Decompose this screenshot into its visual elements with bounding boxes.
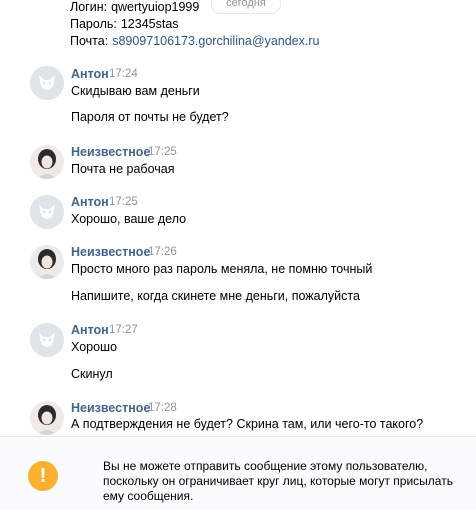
message-text: Напишите, когда скинете мне деньги, пожа…	[71, 289, 360, 303]
message-time[interactable]: 17:28	[148, 402, 177, 414]
message-time[interactable]: 17:24	[109, 68, 138, 80]
vk-dog-avatar-icon	[30, 195, 64, 229]
avatar[interactable]	[30, 195, 64, 229]
message-text: А подтверждения не будет? Скрина там, ил…	[71, 417, 424, 431]
sender-name[interactable]: Антон	[71, 67, 109, 81]
message-text: Скидываю вам деньги	[71, 84, 200, 98]
blocked-notice-bar: ! Вы не можете отправить сообщение этому…	[0, 436, 476, 510]
password-line: Пароль: 12345stas	[70, 17, 179, 31]
message-text: Хорошо, ваше дело	[71, 212, 187, 226]
password-value: 12345stas	[120, 17, 179, 31]
message-time[interactable]: 17:27	[109, 324, 138, 336]
avatar[interactable]	[30, 323, 64, 357]
message-time[interactable]: 17:25	[109, 196, 138, 208]
login-label: Логин:	[70, 0, 108, 14]
message-text: Просто много раз пароль меняла, не помню…	[71, 262, 373, 276]
sender-name[interactable]: Антон	[71, 195, 109, 209]
login-line: Логин: qwertyuiop1999	[70, 0, 199, 14]
login-value: qwertyuiop1999	[111, 0, 200, 14]
vk-dog-avatar-icon	[30, 323, 64, 357]
user-photo-avatar-icon	[30, 145, 64, 179]
avatar[interactable]	[30, 245, 64, 279]
email-link[interactable]: s89097106173.gorchilina@yandex.ru	[112, 34, 319, 48]
avatar[interactable]	[30, 66, 64, 100]
vk-dog-avatar-icon	[30, 66, 64, 100]
message-time[interactable]: 17:26	[148, 246, 177, 258]
password-label: Пароль:	[70, 17, 117, 31]
message-text: Почта не рабочая	[71, 162, 175, 176]
warning-icon: !	[28, 461, 58, 491]
blocked-notice-text: Вы не можете отправить сообщение этому п…	[103, 459, 453, 503]
sender-name[interactable]: Антон	[71, 323, 109, 337]
sender-name[interactable]: Неизвестное	[71, 245, 150, 259]
sender-name[interactable]: Неизвестное	[71, 145, 150, 159]
avatar[interactable]	[30, 401, 64, 435]
message-text: Хорошо	[71, 340, 118, 354]
email-label: Почта:	[70, 34, 109, 48]
user-photo-avatar-icon	[30, 245, 64, 279]
message-time[interactable]: 17:25	[148, 146, 177, 158]
date-divider: сегодня	[211, 0, 281, 14]
user-photo-avatar-icon	[30, 401, 64, 435]
avatar[interactable]	[30, 145, 64, 179]
message-text: Пароля от почты не будет?	[71, 110, 229, 124]
email-line: Почта: s89097106173.gorchilina@yandex.ru	[70, 34, 319, 48]
message-text: Скинул	[71, 367, 113, 381]
sender-name[interactable]: Неизвестное	[71, 401, 150, 415]
